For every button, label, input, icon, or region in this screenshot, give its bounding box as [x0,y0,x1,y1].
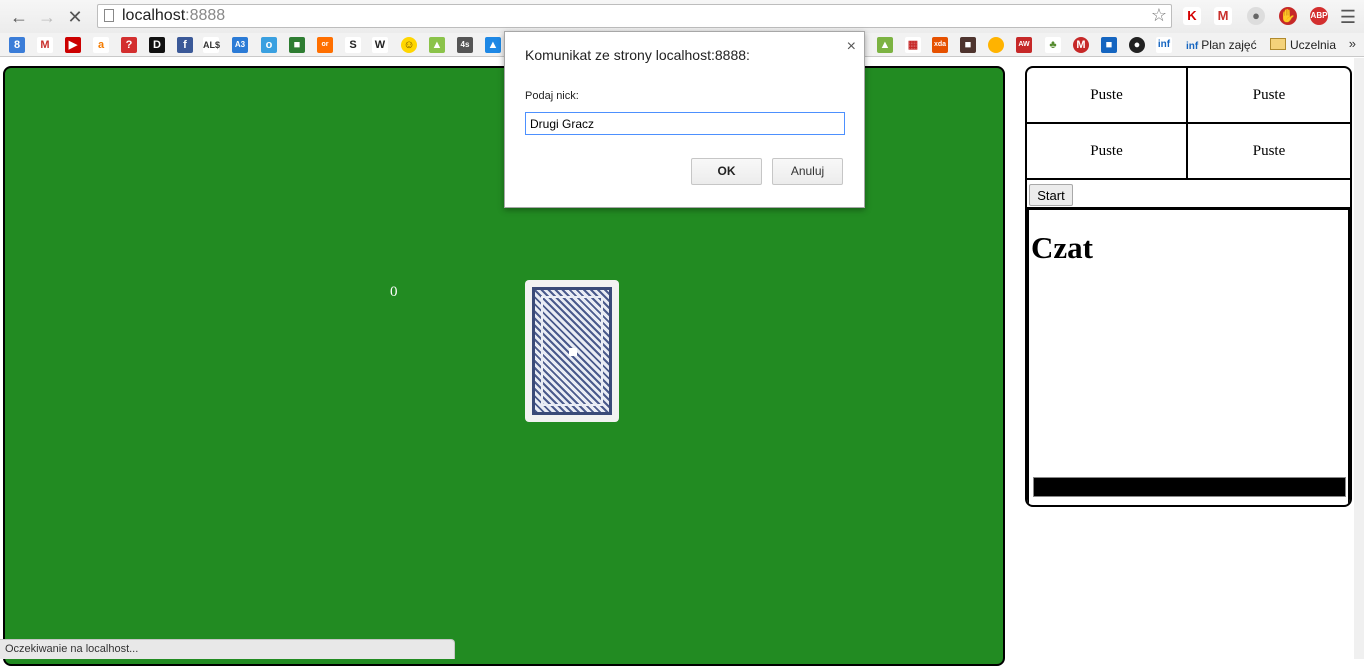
bookmark-gmail-icon[interactable]: M [37,37,53,53]
bookmark-bars-icon[interactable]: ▦ [905,37,921,53]
bookmark-orange-icon[interactable]: or [317,37,333,53]
bookmark-d-icon[interactable]: D [149,37,165,53]
close-icon[interactable]: × [847,38,856,56]
chat-input[interactable] [1033,477,1346,497]
chat-box: Czat [1027,207,1350,505]
nick-input[interactable] [525,112,845,135]
bookmark-xda-icon[interactable]: xda [932,37,948,53]
dialog-title: Komunikat ze strony localhost:8888: [525,47,750,63]
bookmark-orb-icon[interactable] [988,37,1004,53]
bookmarks-overflow-button[interactable]: » [1349,36,1356,51]
bookmark-red-icon[interactable]: ? [121,37,137,53]
abp-icon[interactable]: ABP [1310,7,1328,25]
bookmark-bag-icon[interactable]: ■ [1101,37,1117,53]
bookmark-als-icon[interactable]: AL$ [203,37,220,53]
adblock-stop-icon[interactable]: ✋ [1279,7,1297,25]
bookmark-star-icon[interactable]: ☆ [1151,5,1167,26]
bookmark-smiley-icon[interactable]: ☺ [401,37,417,53]
bookmark-g-icon[interactable]: 8 [9,37,25,53]
bookmark-wikipedia-icon[interactable]: W [372,37,388,53]
bookmark-plan-zajec[interactable]: inf Plan zajęć [1186,37,1257,55]
cancel-button[interactable]: Anuluj [772,158,843,185]
player-slot-3[interactable]: Puste [1027,124,1188,180]
status-bar: Oczekiwanie na localhost... [0,639,455,659]
player-slot-4[interactable]: Puste [1188,124,1350,180]
search-extension-icon[interactable]: ● [1247,7,1265,25]
player-slots: Puste Puste Puste Puste [1027,68,1350,180]
start-button[interactable]: Start [1029,184,1073,206]
bookmark-facebook-icon[interactable]: f [177,37,193,53]
address-bar[interactable]: localhost:8888 ☆ [97,4,1172,28]
bookmark-map-icon[interactable]: ▲ [429,37,445,53]
bookmark-a3-icon[interactable]: A3 [232,37,248,53]
bookmark-s-icon[interactable]: S [345,37,361,53]
kaspersky-icon[interactable]: K [1183,7,1201,25]
bookmark-m-icon[interactable]: M [1073,37,1089,53]
back-arrow-icon[interactable]: ← [8,6,30,28]
score-counter: 0 [390,284,398,300]
card-ornament [569,348,577,356]
folder-icon [1270,38,1286,50]
bookmark-youtube-icon[interactable]: ▶ [65,37,81,53]
gmail-icon[interactable]: M [1214,7,1232,25]
bookmark-game-icon[interactable]: ■ [960,37,976,53]
player-slot-2[interactable]: Puste [1188,68,1350,124]
page-scrollbar[interactable] [1354,58,1364,659]
bookmark-circle-icon[interactable]: o [261,37,277,53]
bookmark-image-icon[interactable]: ■ [289,37,305,53]
side-panel: Puste Puste Puste Puste Start Czat [1025,66,1352,507]
card-back [532,287,612,415]
bookmark-folder-uczelnia[interactable]: Uczelnia [1270,37,1336,53]
player-slot-1[interactable]: Puste [1027,68,1188,124]
bookmark-allegro-icon[interactable]: a [93,37,109,53]
bookmark-github-icon[interactable]: ● [1129,37,1145,53]
card-deck[interactable] [525,280,619,422]
bookmark-aw-icon[interactable]: AW [1016,37,1032,53]
menu-icon[interactable]: ☰ [1340,7,1356,28]
page-icon [104,9,114,22]
bookmark-inf-icon[interactable]: inf [1156,37,1172,53]
address-url: localhost:8888 [122,7,226,24]
bookmark-leaf-icon[interactable]: ♣ [1045,37,1061,53]
prompt-dialog: Komunikat ze strony localhost:8888: × Po… [504,31,865,208]
forward-arrow-icon[interactable]: → [36,6,58,28]
bookmark-android-icon[interactable]: ▲ [877,37,893,53]
stop-loading-icon[interactable]: ✕ [64,6,86,28]
chat-title: Czat [1031,230,1093,265]
bookmark-4s-icon[interactable]: 4s [457,37,473,53]
bookmark-blue-icon[interactable]: ▲ [485,37,501,53]
nick-prompt-label: Podaj nick: [525,90,579,102]
browser-toolbar: ← → ✕ localhost:8888 ☆ K M ● ✋ ABP ☰ [0,0,1364,33]
ok-button[interactable]: OK [691,158,762,185]
